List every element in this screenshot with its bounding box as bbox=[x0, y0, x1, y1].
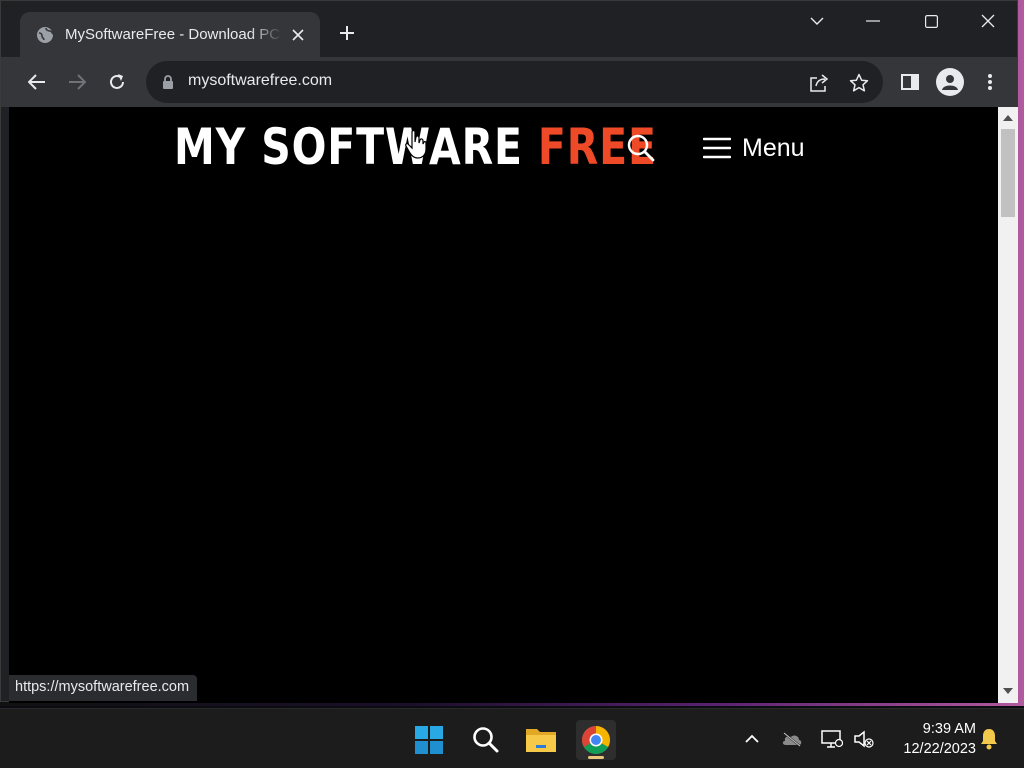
tab-strip: MySoftwareFree - Download PC Software Fr… bbox=[1, 1, 1017, 57]
network-icon[interactable] bbox=[820, 727, 844, 751]
menu-button[interactable]: Menu bbox=[703, 131, 805, 165]
hand-cursor-icon bbox=[405, 129, 427, 159]
scroll-up-icon[interactable] bbox=[1003, 115, 1013, 121]
globe-icon bbox=[36, 26, 54, 44]
clock-date: 12/22/2023 bbox=[903, 741, 976, 757]
chevron-down-icon[interactable] bbox=[797, 7, 837, 35]
close-icon[interactable] bbox=[968, 7, 1008, 35]
forward-icon[interactable] bbox=[63, 68, 91, 96]
side-panel-icon[interactable] bbox=[896, 68, 924, 96]
plus-icon[interactable] bbox=[335, 21, 359, 45]
clock-time: 9:39 AM bbox=[922, 721, 976, 737]
windows-start-icon[interactable] bbox=[409, 720, 449, 760]
chrome-icon[interactable] bbox=[576, 720, 616, 760]
search-icon[interactable] bbox=[626, 133, 656, 163]
hamburger-icon bbox=[703, 137, 731, 159]
file-explorer-icon[interactable] bbox=[521, 720, 561, 760]
status-bar-url: https://mysoftwarefree.com bbox=[9, 675, 198, 701]
menu-label: Menu bbox=[742, 133, 805, 162]
address-url: mysoftwarefree.com bbox=[188, 72, 333, 89]
close-icon[interactable] bbox=[288, 25, 308, 45]
browser-window: MySoftwareFree - Download PC Software Fr… bbox=[0, 0, 1018, 703]
taskbar-clock[interactable]: 9:39 AM 12/22/2023 bbox=[886, 719, 976, 759]
search-icon[interactable] bbox=[466, 720, 506, 760]
browser-toolbar: mysoftwarefree.com bbox=[1, 57, 1017, 107]
reload-icon[interactable] bbox=[103, 68, 131, 96]
page-scrollbar[interactable] bbox=[998, 107, 1018, 703]
maximize-icon[interactable] bbox=[911, 7, 951, 35]
more-icon[interactable] bbox=[976, 68, 1004, 96]
onedrive-icon[interactable] bbox=[780, 727, 804, 751]
logo-text-primary: MY SOFTWARE bbox=[174, 118, 538, 176]
notification-bell-icon[interactable] bbox=[977, 727, 1001, 751]
scrollbar-thumb[interactable] bbox=[1001, 129, 1015, 217]
scroll-down-icon[interactable] bbox=[1003, 688, 1013, 694]
share-icon[interactable] bbox=[808, 72, 830, 94]
minimize-icon[interactable] bbox=[853, 7, 893, 35]
chevron-up-icon[interactable] bbox=[740, 727, 764, 751]
back-icon[interactable] bbox=[23, 68, 51, 96]
lock-icon[interactable] bbox=[162, 75, 174, 89]
address-bar[interactable]: mysoftwarefree.com bbox=[146, 61, 883, 103]
taskbar: 9:39 AM 12/22/2023 bbox=[0, 708, 1024, 768]
tab-title: MySoftwareFree - Download PC Software Fr… bbox=[65, 26, 282, 43]
browser-tab[interactable]: MySoftwareFree - Download PC Software Fr… bbox=[20, 12, 320, 57]
volume-muted-icon[interactable] bbox=[852, 727, 876, 751]
star-icon[interactable] bbox=[848, 72, 870, 94]
profile-icon[interactable] bbox=[936, 68, 964, 96]
page-viewport: MY SOFTWARE FREE Menu https://mysoftware… bbox=[9, 107, 998, 703]
